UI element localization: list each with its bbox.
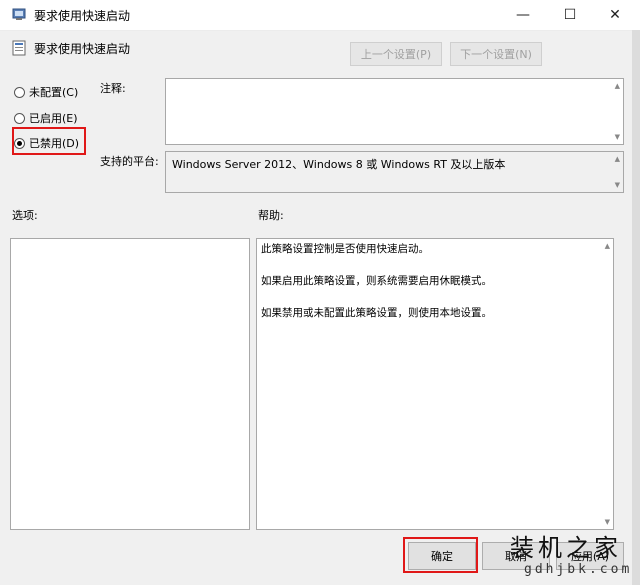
help-paragraph: 如果启用此策略设置，则系统需要启用休眠模式。: [261, 275, 492, 287]
minimize-button[interactable]: —: [500, 0, 546, 30]
scroll-down-icon[interactable]: ▼: [605, 518, 610, 526]
scroll-down-icon[interactable]: ▼: [615, 133, 620, 141]
radio-enabled[interactable]: 已启用(E): [14, 110, 78, 126]
comment-textarea[interactable]: ▲ ▼: [165, 78, 624, 145]
scroll-up-icon[interactable]: ▲: [605, 242, 610, 250]
highlight-box: [403, 537, 478, 573]
maximize-button[interactable]: ☐: [547, 0, 593, 30]
next-setting-button[interactable]: 下一个设置(N): [450, 42, 542, 66]
help-pane: 此策略设置控制是否使用快速启动。 如果启用此策略设置，则系统需要启用休眠模式。 …: [256, 238, 614, 530]
radio-circle[interactable]: [14, 112, 25, 124]
help-paragraph: 此策略设置控制是否使用快速启动。: [261, 243, 429, 255]
background-window-edge: [632, 30, 640, 585]
radio-label: 未配置(C): [29, 86, 79, 99]
radio-label: 已启用(E): [29, 112, 78, 125]
scroll-up-icon[interactable]: ▲: [615, 82, 620, 90]
platform-text: Windows Server 2012、Windows 8 或 Windows …: [172, 158, 506, 171]
watermark-url-text: gdhjbk.com: [524, 562, 633, 577]
watermark-main-text: 装机之家: [510, 534, 622, 562]
radio-circle[interactable]: [14, 86, 25, 98]
platform-box: Windows Server 2012、Windows 8 或 Windows …: [165, 151, 624, 193]
scroll-down-icon[interactable]: ▼: [615, 181, 620, 189]
options-label: 选项:: [12, 209, 38, 222]
setting-title: 要求使用快速启动: [34, 42, 131, 56]
radio-not-configured[interactable]: 未配置(C): [14, 84, 78, 100]
close-button[interactable]: ✕: [592, 0, 638, 30]
policy-icon: [12, 8, 26, 20]
previous-setting-button[interactable]: 上一个设置(P): [350, 42, 442, 66]
highlight-box: [12, 127, 86, 155]
platform-label: 支持的平台:: [100, 155, 159, 168]
scroll-up-icon[interactable]: ▲: [615, 155, 620, 163]
help-label: 帮助:: [258, 209, 284, 222]
help-paragraph: 如果禁用或未配置此策略设置，则使用本地设置。: [261, 307, 492, 319]
options-pane: [10, 238, 250, 530]
comment-label: 注释:: [100, 82, 126, 95]
watermark: 装机之家 gdhjbk.com: [510, 528, 638, 584]
setting-icon: [12, 40, 26, 56]
window-title: 要求使用快速启动: [34, 9, 131, 23]
